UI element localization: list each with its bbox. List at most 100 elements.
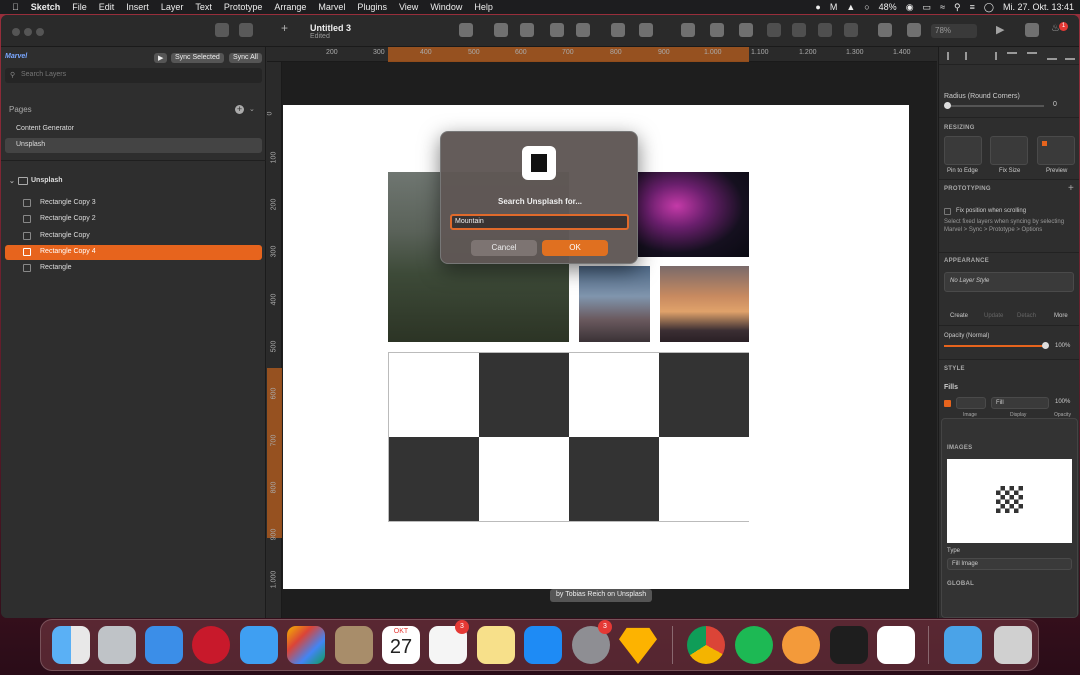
fills-header[interactable]: Fills xyxy=(944,384,958,391)
grid-view-icon[interactable] xyxy=(239,23,253,37)
mail-icon[interactable] xyxy=(240,626,278,664)
images-header[interactable]: IMAGES xyxy=(947,445,972,451)
add-page-icon[interactable]: + xyxy=(235,105,244,114)
align-right-icon[interactable] xyxy=(987,52,997,60)
play-icon[interactable]: ▶ xyxy=(996,23,1010,37)
photos-icon[interactable] xyxy=(287,626,325,664)
creative-cloud-icon[interactable]: ● xyxy=(815,2,820,12)
sketch-icon[interactable] xyxy=(619,627,657,664)
more-style-label[interactable]: More xyxy=(1054,313,1068,319)
downloads-folder-icon[interactable] xyxy=(944,626,982,664)
sync-all-button[interactable]: Sync All xyxy=(229,53,262,63)
union-icon[interactable] xyxy=(767,23,781,37)
layer-rectangle-copy-2[interactable]: Rectangle Copy 2 xyxy=(5,212,262,227)
battery-percent[interactable]: 48% xyxy=(879,2,897,12)
trash-icon[interactable] xyxy=(994,626,1032,664)
menu-marvel[interactable]: Marvel xyxy=(312,2,351,12)
opera-icon[interactable] xyxy=(192,626,230,664)
image-preview[interactable] xyxy=(947,459,1072,543)
marvel-status-icon[interactable]: M xyxy=(830,2,838,12)
cancel-button[interactable]: Cancel xyxy=(471,240,537,256)
pages-header[interactable]: Pages xyxy=(9,105,32,114)
align-vcenter-icon[interactable] xyxy=(1027,52,1037,60)
style-header[interactable]: STYLE xyxy=(944,366,965,372)
cloud-user-icon[interactable] xyxy=(1025,23,1039,37)
radius-slider-knob[interactable] xyxy=(944,102,951,109)
insert-plus-icon[interactable]: + xyxy=(281,21,295,35)
attribution-label[interactable]: by Tobias Reich on Unsplash xyxy=(550,589,653,602)
image-snow-village[interactable] xyxy=(579,266,650,342)
export-icon[interactable] xyxy=(639,23,653,37)
figma-icon[interactable] xyxy=(830,626,868,664)
calendar-icon[interactable]: OKT 27 xyxy=(382,626,420,664)
radius-slider[interactable] xyxy=(946,105,1044,107)
spotify-icon[interactable] xyxy=(735,626,773,664)
align-bottom-icon[interactable] xyxy=(1047,52,1057,60)
fix-position-checkbox[interactable] xyxy=(944,208,951,215)
siri-icon[interactable]: ◯ xyxy=(984,2,994,13)
intersect-icon[interactable] xyxy=(818,23,832,37)
fill-opacity[interactable]: 100% xyxy=(1055,399,1070,405)
battery-icon[interactable]: ▭ xyxy=(923,2,932,13)
clock[interactable]: Mi. 27. Okt. 13:41 xyxy=(1003,2,1074,12)
opacity-slider[interactable] xyxy=(944,345,1048,347)
control-center-icon[interactable]: ≡ xyxy=(970,2,975,12)
ok-button[interactable]: OK xyxy=(542,240,608,256)
menu-app[interactable]: Sketch xyxy=(25,2,67,12)
chevron-down-icon[interactable]: ⌄ xyxy=(249,105,255,113)
align-middle-icon[interactable] xyxy=(520,23,534,37)
create-style-label[interactable]: Create xyxy=(950,313,968,319)
global-header[interactable]: GLOBAL xyxy=(947,581,974,587)
wifi-lock-icon[interactable]: ○ xyxy=(864,2,869,12)
subtract-icon[interactable] xyxy=(792,23,806,37)
ruler-left[interactable]: 0 100 200 300 400 500 600 700 800 900 1.… xyxy=(267,62,282,618)
search-icon[interactable]: ⚲ xyxy=(954,2,961,13)
menu-file[interactable]: File xyxy=(66,2,93,12)
menu-arrange[interactable]: Arrange xyxy=(268,2,312,12)
wifi-icon[interactable]: ≈ xyxy=(940,2,945,12)
image-sunset-hills[interactable] xyxy=(660,266,749,342)
layer-rectangle-copy-4[interactable]: Rectangle Copy 4 xyxy=(5,245,262,260)
notes-icon[interactable] xyxy=(477,626,515,664)
resizing-header[interactable]: RESIZING xyxy=(944,125,975,131)
align-bottom-icon[interactable] xyxy=(494,23,508,37)
layer-style-select[interactable]: No Layer Style xyxy=(944,272,1074,292)
image-light-trails[interactable] xyxy=(638,172,749,257)
distribute-icon[interactable] xyxy=(1065,52,1075,60)
artboard-unsplash[interactable]: ⌄ Unsplash xyxy=(5,174,262,189)
finder-icon[interactable] xyxy=(52,626,90,664)
radius-value[interactable]: 0 xyxy=(1053,101,1057,108)
record-icon[interactable]: ◉ xyxy=(906,2,914,13)
document-title[interactable]: Untitled 3 xyxy=(310,23,351,33)
apple-icon[interactable]:  xyxy=(0,2,25,12)
shield-icon[interactable]: ▲ xyxy=(846,2,855,12)
columns-icon[interactable] xyxy=(878,23,892,37)
safari-icon[interactable] xyxy=(145,626,183,664)
menu-edit[interactable]: Edit xyxy=(93,2,121,12)
opacity-value[interactable]: 100% xyxy=(1055,343,1070,349)
menu-view[interactable]: View xyxy=(393,2,424,12)
marvel-play-button[interactable]: ▶ xyxy=(154,53,168,63)
slack-icon[interactable] xyxy=(877,626,915,664)
menu-help[interactable]: Help xyxy=(468,2,499,12)
rotate-icon[interactable] xyxy=(710,23,724,37)
launchpad-icon[interactable] xyxy=(98,626,136,664)
align-top-icon[interactable] xyxy=(1007,52,1017,60)
opacity-label[interactable]: Opacity (Normal) xyxy=(944,333,989,339)
ruler-top[interactable]: 200 300 400 500 600 700 800 900 1.000 1.… xyxy=(267,47,937,62)
marvel-app-icon[interactable] xyxy=(782,626,820,664)
contacts-icon[interactable] xyxy=(335,626,373,664)
menu-insert[interactable]: Insert xyxy=(120,2,155,12)
page-content-generator[interactable]: Content Generator xyxy=(5,122,262,137)
add-prototyping-icon[interactable]: + xyxy=(1068,183,1074,194)
zoom-select[interactable]: 78% xyxy=(931,24,977,38)
search-term-input[interactable]: Mountain xyxy=(450,214,629,230)
sidebar-toggle-icon[interactable] xyxy=(215,23,229,37)
minimize-window-icon[interactable] xyxy=(24,28,32,36)
fill-type-select[interactable]: Fill xyxy=(991,397,1049,409)
menu-layer[interactable]: Layer xyxy=(155,2,190,12)
zoom-window-icon[interactable] xyxy=(36,28,44,36)
opacity-slider-knob[interactable] xyxy=(1042,342,1049,349)
menu-prototype[interactable]: Prototype xyxy=(218,2,269,12)
fix-position-label[interactable]: Fix position when scrolling xyxy=(956,208,1026,214)
